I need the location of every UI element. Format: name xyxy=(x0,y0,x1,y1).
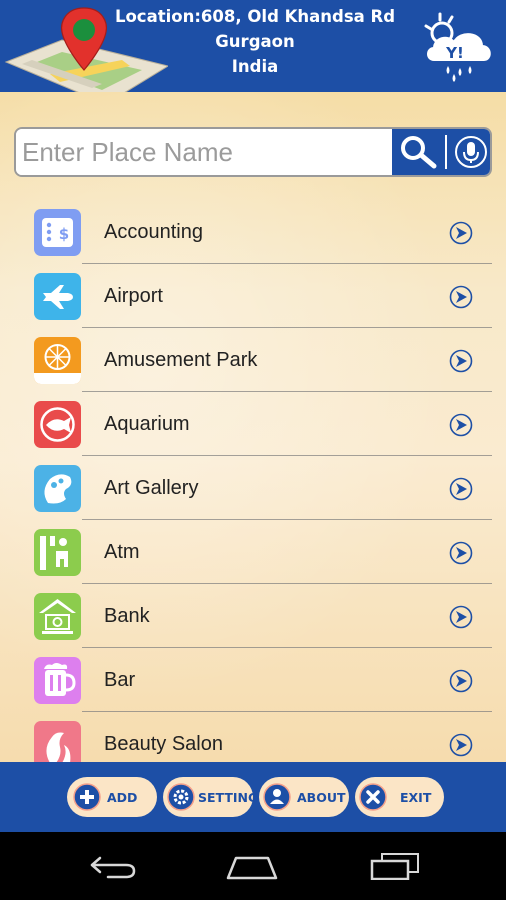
list-item-label: Airport xyxy=(104,285,163,307)
setting-button-label: SETTING xyxy=(198,789,259,805)
atm-icon xyxy=(34,529,81,576)
chevron-right-icon[interactable] xyxy=(449,605,473,629)
chevron-right-icon[interactable] xyxy=(449,221,473,245)
search-actions xyxy=(392,129,490,175)
microphone-icon[interactable] xyxy=(454,135,488,169)
art-icon xyxy=(34,465,81,512)
location-text: Location:608, Old Khandsa Rd Gurgaon Ind… xyxy=(110,4,400,79)
system-nav-bar xyxy=(0,832,506,900)
chevron-right-icon[interactable] xyxy=(449,669,473,693)
chevron-right-icon[interactable] xyxy=(449,413,473,437)
recent-apps-icon[interactable] xyxy=(370,852,420,880)
list-item[interactable]: Airport xyxy=(0,264,506,328)
location-country: India xyxy=(231,57,279,76)
app-header: Location:608, Old Khandsa Rd Gurgaon Ind… xyxy=(0,0,506,104)
svg-text:$: $ xyxy=(59,225,69,243)
about-button-label: ABOUT xyxy=(297,789,346,805)
ferris-wheel-icon xyxy=(34,337,81,384)
yahoo-weather-icon[interactable]: Y! xyxy=(422,12,496,82)
weather-badge: Y! xyxy=(445,44,464,62)
chevron-right-icon[interactable] xyxy=(449,285,473,309)
list-item[interactable]: Beauty Salon xyxy=(0,712,506,762)
list-item[interactable]: Atm xyxy=(0,520,506,584)
location-city: Gurgaon xyxy=(215,32,295,51)
category-list: $ Accounting Airport Amusement Park Aqua… xyxy=(0,200,506,762)
list-item-label: Beauty Salon xyxy=(104,733,223,755)
home-icon[interactable] xyxy=(226,854,278,880)
plus-icon xyxy=(73,783,101,811)
chevron-right-icon[interactable] xyxy=(449,477,473,501)
list-item[interactable]: Aquarium xyxy=(0,392,506,456)
chevron-right-icon[interactable] xyxy=(449,541,473,565)
list-item-label: Accounting xyxy=(104,221,203,243)
user-icon xyxy=(263,783,291,811)
list-item[interactable]: $ Accounting xyxy=(0,200,506,264)
list-item[interactable]: Bar xyxy=(0,648,506,712)
setting-button[interactable]: SETTING xyxy=(163,777,258,817)
airplane-icon xyxy=(34,273,81,320)
back-icon[interactable] xyxy=(88,854,138,880)
gear-icon xyxy=(167,783,195,811)
beer-mug-icon xyxy=(34,657,81,704)
fish-icon xyxy=(34,401,81,448)
list-item[interactable]: Art Gallery xyxy=(0,456,506,520)
list-item[interactable]: Bank xyxy=(0,584,506,648)
exit-button[interactable]: EXIT xyxy=(355,777,444,817)
list-item-label: Bar xyxy=(104,669,136,691)
search-divider xyxy=(445,135,447,169)
location-address: Location:608, Old Khandsa Rd xyxy=(114,7,396,26)
chevron-right-icon[interactable] xyxy=(449,733,473,757)
search-bar xyxy=(14,127,492,177)
salon-icon xyxy=(34,721,81,762)
list-item-label: Art Gallery xyxy=(104,477,199,499)
list-item-label: Aquarium xyxy=(104,413,190,435)
list-item[interactable]: Amusement Park xyxy=(0,328,506,392)
close-icon xyxy=(359,783,387,811)
bottom-toolbar: ADD SETTING ABOUT EXIT xyxy=(0,762,506,832)
magnifier-icon[interactable] xyxy=(398,133,438,171)
bank-icon xyxy=(34,593,81,640)
place-search-input[interactable] xyxy=(16,129,392,175)
add-button[interactable]: ADD xyxy=(67,777,157,817)
add-button-label: ADD xyxy=(107,789,138,805)
list-item-label: Atm xyxy=(104,541,140,563)
content-area: $ Accounting Airport xyxy=(0,92,506,762)
list-item-label: Amusement Park xyxy=(104,349,258,371)
accounting-icon: $ xyxy=(34,209,81,256)
list-item-label: Bank xyxy=(104,605,150,627)
exit-button-label: EXIT xyxy=(400,789,432,805)
about-button[interactable]: ABOUT xyxy=(259,777,349,817)
chevron-right-icon[interactable] xyxy=(449,349,473,373)
